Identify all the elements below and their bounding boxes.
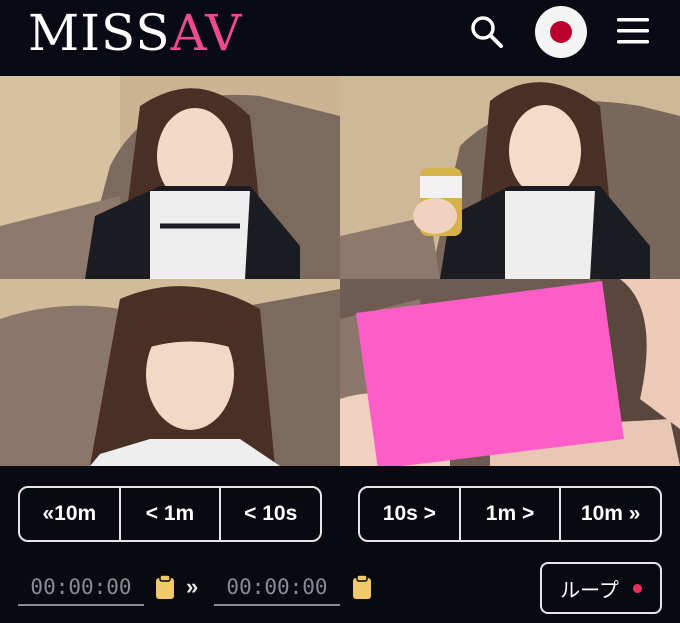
set-start-clipboard-icon[interactable] — [155, 574, 175, 600]
rewind-10m-button[interactable]: «10m — [20, 488, 121, 540]
menu-button[interactable] — [614, 14, 652, 48]
forward-1m-button[interactable]: 1m > — [461, 488, 562, 540]
rewind-10s-button[interactable]: < 10s — [221, 488, 320, 540]
forward-10m-button[interactable]: 10m » — [561, 488, 660, 540]
rewind-1m-button[interactable]: < 1m — [121, 488, 222, 540]
site-logo[interactable]: MISSAV — [28, 4, 242, 62]
range-separator: » — [186, 574, 199, 599]
loop-toggle-button[interactable]: ループ — [540, 562, 662, 614]
loop-end-time-input[interactable] — [214, 570, 340, 606]
preview-thumbnail-grid — [0, 76, 680, 466]
preview-thumbnail-3[interactable] — [0, 279, 340, 466]
search-icon — [471, 16, 503, 48]
seek-back-group: «10m < 1m < 10s — [18, 486, 322, 542]
logo-text-miss: MISS — [28, 4, 171, 62]
preview-thumbnail-4[interactable] — [340, 279, 680, 466]
forward-10s-button[interactable]: 10s > — [360, 488, 461, 540]
loop-label: ループ — [560, 577, 619, 602]
logo-text-av: AV — [170, 4, 243, 62]
loop-status-dot — [632, 583, 642, 593]
site-header: MISSAV — [0, 0, 680, 76]
loop-start-time-input[interactable] — [18, 570, 144, 606]
japan-flag-icon — [550, 21, 572, 43]
hamburger-menu-icon — [617, 18, 649, 44]
censor-block — [356, 281, 624, 466]
preview-thumbnail-2[interactable] — [340, 76, 680, 279]
search-button[interactable] — [466, 12, 510, 52]
language-button[interactable] — [535, 6, 587, 58]
seek-forward-group: 10s > 1m > 10m » — [358, 486, 662, 542]
preview-thumbnail-1[interactable] — [0, 76, 340, 279]
set-end-clipboard-icon[interactable] — [352, 574, 372, 600]
